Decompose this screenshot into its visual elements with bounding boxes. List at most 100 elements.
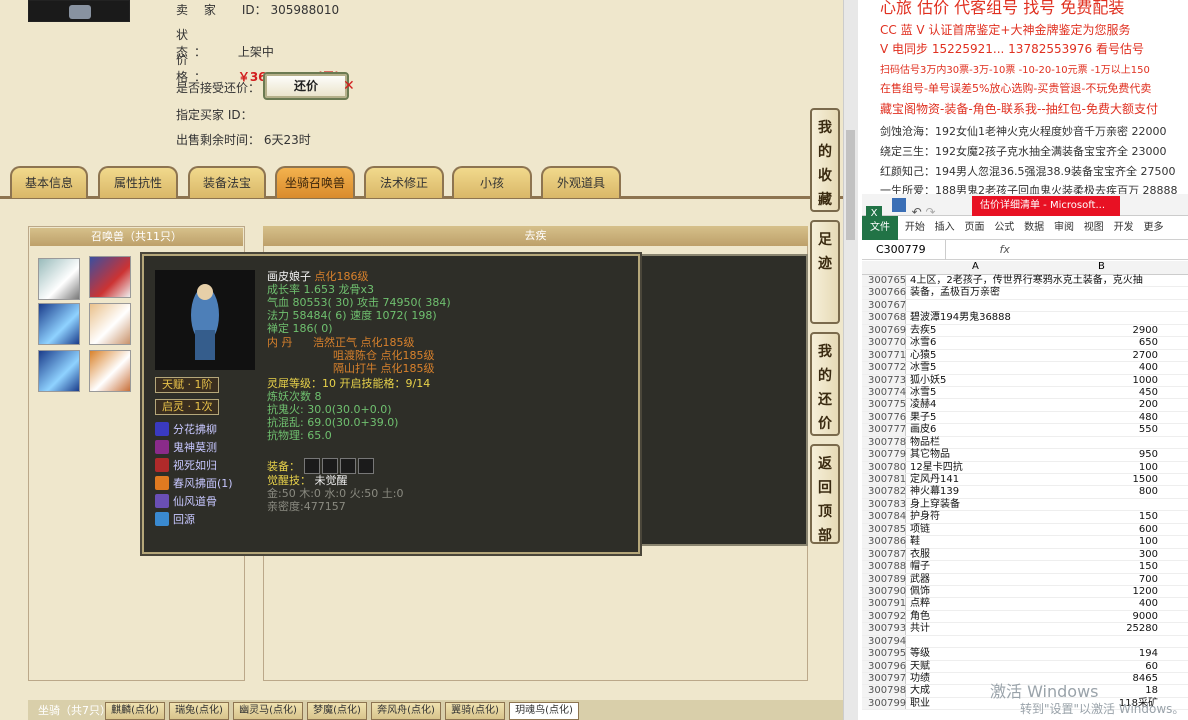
- row-number[interactable]: 300787: [862, 548, 906, 561]
- table-row[interactable]: 300783 身上穿装备: [862, 498, 1188, 512]
- table-row[interactable]: 300766 装备，孟极百万亲密: [862, 287, 1188, 300]
- equip-slot-icon[interactable]: [357, 458, 374, 474]
- table-row[interactable]: 300796 天赋 60: [862, 660, 1188, 673]
- cell-b[interactable]: 25280: [1042, 623, 1158, 635]
- row-number[interactable]: 300784: [862, 511, 906, 523]
- mount-tab[interactable]: 幽灵马(点化): [233, 702, 303, 720]
- ribbon-tab[interactable]: 页面: [961, 216, 987, 240]
- row-number[interactable]: 300778: [862, 436, 906, 449]
- table-row[interactable]: 300775 凌赫4 200: [862, 399, 1188, 412]
- column-b-header[interactable]: B: [1098, 261, 1105, 272]
- row-number[interactable]: 300795: [862, 648, 906, 660]
- row-number[interactable]: 300793: [862, 623, 906, 635]
- pet-thumbnail[interactable]: [38, 258, 80, 300]
- cell-a[interactable]: 去疾5: [910, 325, 936, 337]
- mount-tab[interactable]: 玥魂鸟(点化): [509, 702, 579, 720]
- cell-b[interactable]: 400: [1042, 362, 1158, 374]
- row-number[interactable]: 300768: [862, 312, 906, 324]
- cell-b[interactable]: 300: [1042, 549, 1158, 561]
- cell-b[interactable]: 550: [1042, 424, 1158, 436]
- table-row[interactable]: 300771 心猿5 2700: [862, 349, 1188, 363]
- table-row[interactable]: 300780 12星卡四抗 100: [862, 461, 1188, 474]
- page-scrollbar-thumb[interactable]: [846, 130, 855, 240]
- cell-a[interactable]: 鞋: [910, 536, 920, 548]
- haggle-button[interactable]: 还价: [263, 72, 349, 100]
- cell-a[interactable]: 大成: [910, 685, 930, 697]
- row-number[interactable]: 300781: [862, 474, 906, 486]
- table-row[interactable]: 300792 角色 9000: [862, 610, 1188, 624]
- row-number[interactable]: 300774: [862, 386, 906, 399]
- row-number[interactable]: 300773: [862, 374, 906, 386]
- cell-b[interactable]: 9000: [1042, 611, 1158, 623]
- cell-a[interactable]: 佩饰: [910, 586, 930, 598]
- table-row[interactable]: 300787 衣服 300: [862, 548, 1188, 562]
- tab-mounts-pets[interactable]: 坐骑召唤兽: [275, 166, 355, 198]
- cell-a[interactable]: 职业: [910, 698, 930, 710]
- table-row[interactable]: 300767: [862, 299, 1188, 313]
- table-row[interactable]: 300779 其它物品 950: [862, 449, 1188, 462]
- column-a-header[interactable]: A: [972, 261, 979, 272]
- table-row[interactable]: 300768 碧波潭194男鬼36888: [862, 312, 1188, 325]
- cell-a[interactable]: 其它物品: [910, 449, 950, 461]
- row-number[interactable]: 300767: [862, 299, 906, 312]
- cell-a[interactable]: 项链: [910, 524, 930, 536]
- row-number[interactable]: 300772: [862, 362, 906, 374]
- table-row[interactable]: 300769 去疾5 2900: [862, 324, 1188, 338]
- cell-a[interactable]: 等级: [910, 648, 930, 660]
- row-number[interactable]: 300782: [862, 486, 906, 498]
- mount-tab[interactable]: 翼骑(点化): [445, 702, 505, 720]
- row-number[interactable]: 300788: [862, 561, 906, 573]
- cell-a[interactable]: 装备，孟极百万亲密: [910, 287, 1000, 299]
- cell-b[interactable]: 800: [1042, 486, 1158, 498]
- cell-a[interactable]: 定风丹141: [910, 474, 959, 486]
- cell-a[interactable]: 物品栏: [910, 437, 940, 449]
- table-row[interactable]: 300774 冰雪5 450: [862, 386, 1188, 400]
- cell-a[interactable]: 武器: [910, 574, 930, 586]
- table-row[interactable]: 300773 狐小妖5 1000: [862, 374, 1188, 387]
- cell-b[interactable]: 100: [1042, 462, 1158, 474]
- cell-b[interactable]: 400: [1042, 598, 1158, 610]
- cell-b[interactable]: 2900: [1042, 325, 1158, 337]
- ribbon-tab[interactable]: 公式: [991, 216, 1017, 240]
- row-number[interactable]: 300786: [862, 536, 906, 548]
- table-row[interactable]: 300791 点粹 400: [862, 598, 1188, 611]
- table-row[interactable]: 300781 定风丹141 1500: [862, 474, 1188, 487]
- ribbon-tab[interactable]: 插入: [932, 216, 958, 240]
- table-row[interactable]: 300784 护身符 150: [862, 511, 1188, 524]
- row-number[interactable]: 300796: [862, 660, 906, 672]
- pet-thumbnail[interactable]: [38, 303, 80, 345]
- ribbon-tab[interactable]: 数据: [1021, 216, 1047, 240]
- cell-b[interactable]: 600: [1042, 524, 1158, 536]
- table-row[interactable]: 300772 冰雪5 400: [862, 362, 1188, 375]
- cell-b[interactable]: 100: [1042, 536, 1158, 548]
- cell-a[interactable]: 心猿5: [910, 350, 936, 362]
- cell-a[interactable]: 凌赫4: [910, 399, 936, 411]
- cell-a[interactable]: 冰雪5: [910, 387, 936, 399]
- back-to-top-button[interactable]: 返回顶部: [810, 444, 840, 544]
- skill-item[interactable]: 仙风道骨: [155, 493, 217, 511]
- cell-b[interactable]: 950: [1042, 449, 1158, 461]
- table-row[interactable]: 300765 4上区，2老孩子，传世界行寒鸦水克土装备，克火抽: [862, 275, 1188, 288]
- row-number[interactable]: 300798: [862, 685, 906, 697]
- table-row[interactable]: 300789 武器 700: [862, 573, 1188, 586]
- row-number[interactable]: 300765: [862, 275, 906, 287]
- cell-a[interactable]: 天赋: [910, 661, 930, 673]
- cell-b[interactable]: 1200: [1042, 586, 1158, 598]
- cell-b[interactable]: 1000: [1042, 375, 1158, 387]
- cell-a[interactable]: 冰雪6: [910, 337, 936, 349]
- ribbon-tab[interactable]: 审阅: [1051, 216, 1077, 240]
- pet-thumbnail[interactable]: [89, 256, 131, 298]
- cell-a[interactable]: 碧波潭194男鬼36888: [910, 312, 1011, 324]
- my-favorites-button[interactable]: 我的收藏: [810, 108, 840, 212]
- table-row[interactable]: 300793 共计 25280: [862, 623, 1188, 636]
- ribbon-file-tab[interactable]: 文件: [862, 216, 898, 240]
- table-row[interactable]: 300778 物品栏: [862, 436, 1188, 450]
- table-row[interactable]: 300770 冰雪6 650: [862, 337, 1188, 350]
- row-number[interactable]: 300770: [862, 337, 906, 349]
- cell-b[interactable]: 60: [1042, 661, 1158, 673]
- tab-resistance[interactable]: 属性抗性: [98, 166, 178, 198]
- cell-a[interactable]: 12星卡四抗: [910, 462, 963, 474]
- cell-b[interactable]: 194: [1042, 648, 1158, 660]
- cell-b[interactable]: 700: [1042, 574, 1158, 586]
- cell-a[interactable]: 果子5: [910, 412, 936, 424]
